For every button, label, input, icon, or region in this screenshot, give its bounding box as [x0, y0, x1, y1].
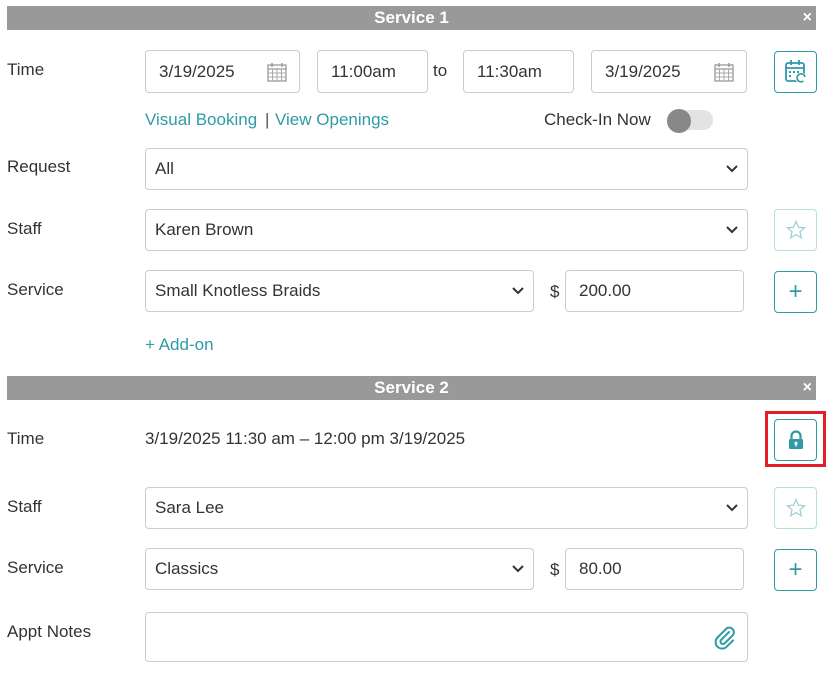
price-field[interactable]: 80.00: [565, 548, 744, 590]
calendar-refresh-icon: [784, 60, 806, 84]
checkin-toggle[interactable]: [667, 109, 713, 133]
favorite-staff-button[interactable]: [774, 209, 817, 251]
staff-select[interactable]: Sara Lee: [145, 487, 748, 529]
chevron-down-icon: [512, 287, 524, 295]
star-icon: [785, 220, 806, 240]
staff-label: Staff: [7, 497, 42, 516]
price-field[interactable]: 200.00: [565, 270, 744, 312]
chevron-down-icon: [726, 226, 738, 234]
calendar-refresh-button[interactable]: [774, 51, 817, 93]
star-icon: [785, 498, 806, 518]
lock-icon: [788, 430, 803, 449]
end-time-field[interactable]: 11:30am: [463, 50, 574, 93]
service-2-header: Service 2 ×: [7, 376, 816, 400]
service-2-title: Service 2: [374, 378, 449, 397]
service-select[interactable]: Classics: [145, 548, 534, 590]
service-label: Service: [7, 558, 64, 577]
lock-button[interactable]: [774, 419, 817, 461]
staff-value: Sara Lee: [155, 498, 224, 517]
add-on-link[interactable]: + Add-on: [145, 335, 214, 355]
chevron-down-icon: [726, 165, 738, 173]
close-icon[interactable]: ×: [803, 378, 812, 398]
add-service-button[interactable]: +: [774, 549, 817, 591]
appt-notes-label: Appt Notes: [7, 622, 92, 641]
to-label: to: [433, 61, 448, 80]
checkin-label: Check-In Now: [544, 110, 651, 129]
add-service-button[interactable]: +: [774, 271, 817, 313]
start-time-value: 11:00am: [331, 61, 396, 81]
favorite-staff-button[interactable]: [774, 487, 817, 529]
close-icon[interactable]: ×: [803, 8, 812, 28]
calendar-icon[interactable]: [713, 61, 735, 83]
staff-select[interactable]: Karen Brown: [145, 209, 748, 251]
visual-booking-link[interactable]: Visual Booking: [145, 110, 257, 130]
end-date-field[interactable]: 3/19/2025: [591, 50, 747, 93]
currency-symbol: $: [550, 282, 560, 301]
end-time-value: 11:30am: [477, 61, 542, 81]
plus-icon: +: [788, 556, 803, 583]
chevron-down-icon: [726, 504, 738, 512]
service-1-title: Service 1: [374, 8, 449, 27]
paperclip-icon[interactable]: [713, 625, 737, 651]
end-date-value: 3/19/2025: [605, 61, 681, 81]
service-label: Service: [7, 280, 64, 299]
view-openings-link[interactable]: View Openings: [275, 110, 389, 130]
link-separator: |: [265, 110, 270, 129]
time-label: Time: [7, 429, 45, 448]
service-value: Small Knotless Braids: [155, 281, 321, 300]
service-1-header: Service 1 ×: [7, 6, 816, 30]
staff-label: Staff: [7, 219, 42, 238]
chevron-down-icon: [512, 565, 524, 573]
calendar-icon[interactable]: [266, 61, 288, 83]
currency-symbol: $: [550, 560, 560, 579]
price-value: 200.00: [579, 281, 631, 300]
request-value: All: [155, 159, 174, 178]
staff-value: Karen Brown: [155, 220, 254, 239]
toggle-knob: [667, 109, 691, 133]
service-select[interactable]: Small Knotless Braids: [145, 270, 534, 312]
request-label: Request: [7, 157, 71, 176]
appt-notes-field[interactable]: [145, 612, 748, 662]
time-label: Time: [7, 60, 45, 79]
request-select[interactable]: All: [145, 148, 748, 190]
start-date-field[interactable]: 3/19/2025: [145, 50, 300, 93]
plus-icon: +: [788, 278, 803, 305]
time-summary: 3/19/2025 11:30 am – 12:00 pm 3/19/2025: [145, 429, 466, 448]
start-time-field[interactable]: 11:00am: [317, 50, 428, 93]
price-value: 80.00: [579, 559, 622, 578]
service-value: Classics: [155, 559, 219, 578]
start-date-value: 3/19/2025: [159, 61, 235, 81]
